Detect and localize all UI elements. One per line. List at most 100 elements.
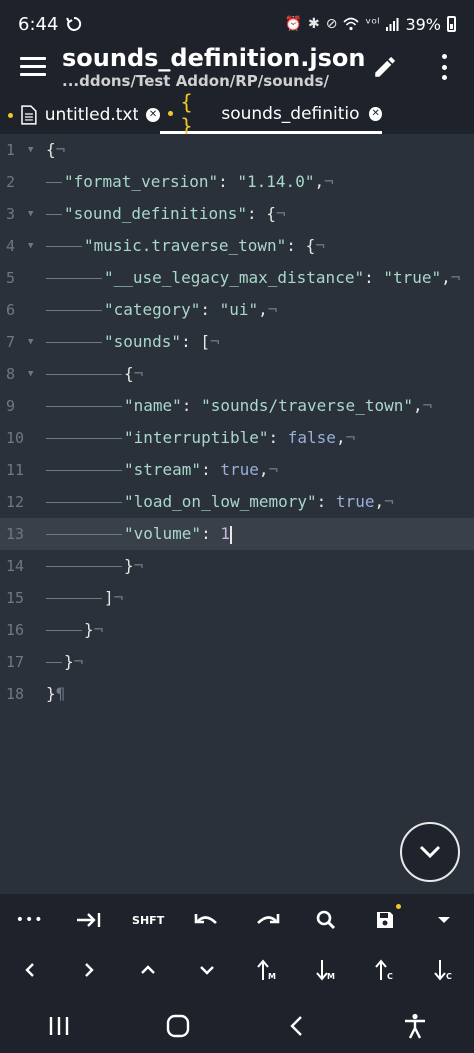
shift-key-button[interactable]: SHFT (119, 894, 178, 946)
redo-icon (256, 914, 279, 924)
line-number: 4 (6, 237, 16, 255)
more-options-icon[interactable] (440, 54, 448, 80)
line-number: 14 (6, 557, 25, 575)
fold-arrow-icon[interactable]: ▼ (28, 230, 33, 262)
file-title: sounds_definition.json (62, 44, 366, 72)
code-line: 11 "stream": true,¬ (0, 454, 474, 486)
line-number: 8 (6, 365, 16, 383)
line-number: 18 (6, 685, 25, 703)
cursor-left-button[interactable] (0, 944, 59, 996)
menu-icon[interactable] (20, 57, 46, 77)
code-line-current: 13 "volume": 1 (0, 518, 474, 550)
bluetooth-icon: ✱ (308, 16, 320, 32)
save-icon (377, 912, 394, 928)
chevron-down-icon (200, 966, 215, 975)
unsaved-dot (395, 904, 401, 909)
unsaved-dot (168, 111, 173, 116)
redo-button[interactable] (237, 894, 296, 946)
text-file-icon (21, 105, 37, 125)
json-file-icon: { } (180, 89, 193, 138)
cursor-right-button[interactable] (59, 944, 118, 996)
tab-sounds-definition[interactable]: { } sounds_definitio... ✕ (160, 90, 383, 138)
caret-down-icon (438, 917, 451, 923)
code-line: 12 "load_on_low_memory": true,¬ (0, 486, 474, 518)
line-number: 17 (6, 653, 25, 671)
line-number: 5 (6, 269, 16, 287)
line-number: 3 (6, 205, 16, 223)
edit-pencil-icon[interactable] (372, 54, 398, 80)
line-number: 16 (6, 621, 25, 639)
home-button[interactable] (148, 1004, 208, 1048)
arrow-down-m-icon: M (316, 960, 335, 981)
code-line: 9 "name": "sounds/traverse_town",¬ (0, 390, 474, 422)
home-icon (166, 1014, 189, 1037)
signal-icon (386, 18, 399, 31)
search-icon (316, 910, 335, 930)
move-down-m-button[interactable]: M (296, 944, 355, 996)
line-number: 13 (6, 525, 25, 543)
keyboard-toolbar: ••• SHFT M M C C (0, 894, 474, 998)
more-symbols-button[interactable]: ••• (0, 894, 59, 946)
chevron-left-icon (24, 963, 34, 977)
unsaved-dot (8, 112, 13, 118)
chevron-right-icon (85, 963, 94, 977)
cursor-down-button[interactable] (178, 944, 237, 996)
svg-text:C: C (387, 972, 393, 981)
svg-text:M: M (268, 972, 276, 981)
code-editor[interactable]: 1 ▼ {¬ 2 "format_version": "1.14.0",¬ 3 … (0, 134, 474, 894)
system-nav-bar (0, 998, 474, 1053)
back-button[interactable] (266, 1004, 326, 1048)
tab-key-button[interactable] (59, 894, 118, 946)
line-number: 9 (6, 397, 16, 415)
svg-text:M: M (327, 972, 335, 981)
fold-arrow-icon[interactable]: ▼ (28, 326, 33, 358)
tab-label: sounds_definitio... (221, 103, 362, 124)
sync-icon (66, 16, 82, 31)
undo-button[interactable] (178, 894, 237, 946)
line-number: 6 (6, 301, 16, 319)
code-line: 10 "interruptible": false,¬ (0, 422, 474, 454)
recent-apps-icon (50, 1016, 69, 1035)
move-down-c-button[interactable]: C (415, 944, 474, 996)
line-number: 2 (6, 173, 16, 191)
battery-percent: 39% (405, 14, 441, 34)
fold-arrow-icon[interactable]: ▼ (28, 134, 33, 166)
chevron-up-icon (141, 965, 155, 974)
file-path: ...ddons/Test Addon/RP/sounds/ (62, 72, 329, 90)
line-number: 15 (6, 589, 25, 607)
line-number: 1 (6, 141, 16, 159)
code-line: 3 ▼ "sound_definitions": {¬ (0, 198, 474, 230)
code-line: 15 ]¬ (0, 582, 474, 614)
line-number: 7 (6, 333, 16, 351)
code-line: 17 }¬ (0, 646, 474, 678)
fold-arrow-icon[interactable]: ▼ (28, 358, 33, 390)
accessibility-button[interactable] (385, 1004, 445, 1048)
scroll-down-button[interactable] (400, 822, 460, 882)
close-icon[interactable]: ✕ (369, 106, 383, 121)
alarm-icon: ⏰ (284, 16, 303, 32)
chevron-down-icon (419, 845, 441, 859)
code-line: 7 ▼ "sounds": [¬ (0, 326, 474, 358)
dropdown-button[interactable] (415, 894, 474, 946)
text-cursor (229, 525, 232, 544)
tab-icon (76, 913, 101, 927)
undo-icon (195, 914, 218, 924)
arrow-up-c-icon: C (375, 959, 393, 981)
move-up-c-button[interactable]: C (356, 944, 415, 996)
tab-untitled[interactable]: untitled.txt ✕ (0, 96, 160, 134)
close-icon[interactable]: ✕ (146, 108, 160, 122)
save-button[interactable] (356, 894, 415, 946)
search-button[interactable] (296, 894, 355, 946)
recent-apps-button[interactable] (29, 1004, 89, 1048)
move-up-m-button[interactable]: M (237, 944, 296, 996)
cursor-up-button[interactable] (119, 944, 178, 996)
wifi-icon (343, 17, 360, 31)
arrow-down-c-icon: C (434, 960, 452, 981)
code-line: 16 }¬ (0, 614, 474, 646)
line-number: 10 (6, 429, 25, 447)
fold-arrow-icon[interactable]: ▼ (28, 198, 33, 230)
code-line: 5 "__use_legacy_max_distance": "true",¬ (0, 262, 474, 294)
mute-icon: ⊘ (325, 16, 338, 32)
battery-icon (447, 16, 456, 32)
code-line: 6 "category": "ui",¬ (0, 294, 474, 326)
